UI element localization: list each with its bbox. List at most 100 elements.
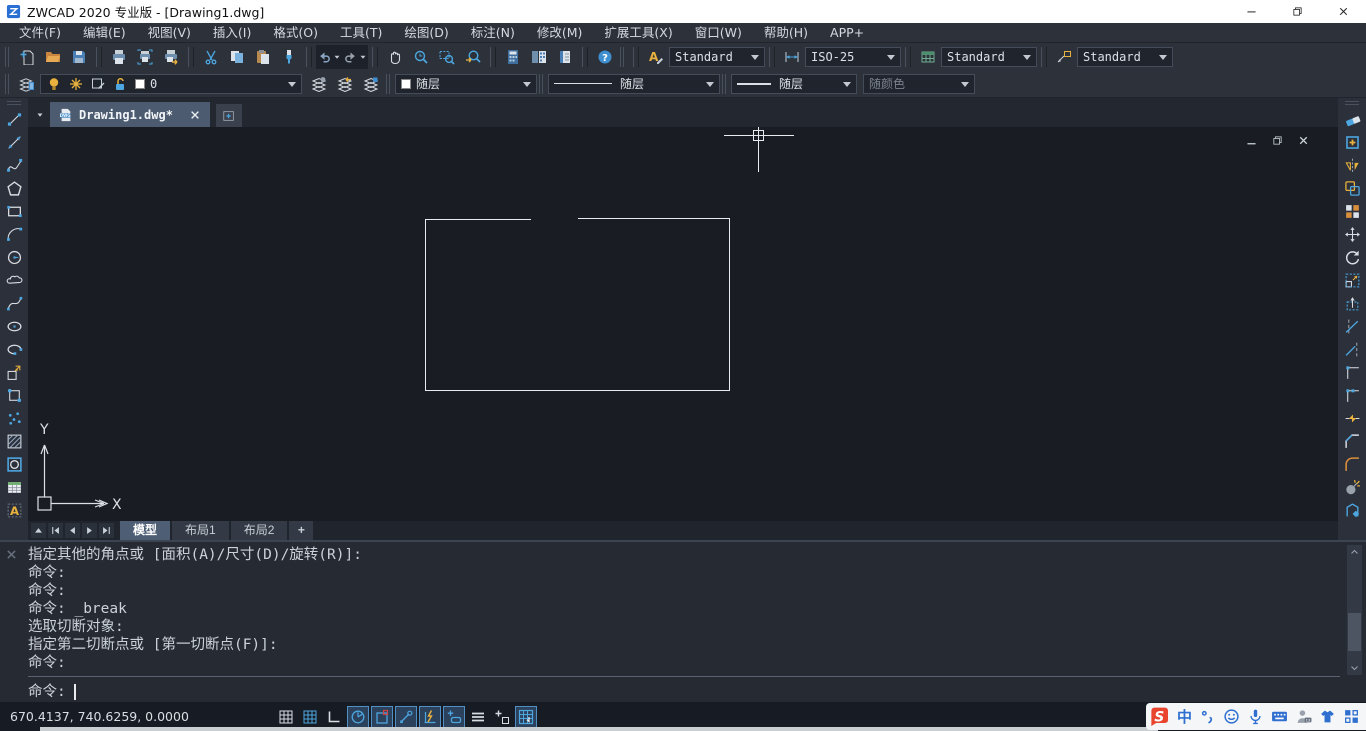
multiple-points-tool-button[interactable] (2, 407, 26, 430)
ime-language-button[interactable]: 中 (1177, 706, 1192, 727)
print-preview-button[interactable] (132, 45, 158, 69)
toolbar-grip[interactable] (722, 74, 726, 94)
polar-tracking-toggle-button[interactable] (347, 706, 369, 728)
circle-tool-button[interactable] (2, 246, 26, 269)
arc-tool-button[interactable] (2, 223, 26, 246)
toolbar-grip[interactable] (5, 47, 9, 67)
ime-account-button[interactable]: 13 (1295, 708, 1312, 725)
ellipse-arc-tool-button[interactable] (2, 338, 26, 361)
menu-item[interactable]: 修改(M) (526, 23, 594, 43)
insert-block-tool-button[interactable] (2, 361, 26, 384)
hatch-tool-button[interactable] (2, 430, 26, 453)
object-snap-toggle-button[interactable] (371, 706, 393, 728)
tab-list-button[interactable] (30, 102, 50, 127)
menu-item[interactable]: 插入(I) (202, 23, 262, 43)
print-button[interactable] (106, 45, 132, 69)
layer-states-button[interactable] (306, 72, 332, 96)
erase-tool-button[interactable] (1340, 108, 1364, 131)
snap-toggle-button[interactable] (299, 706, 321, 728)
polyline-tool-button[interactable] (2, 154, 26, 177)
tab-last-button[interactable] (99, 523, 114, 538)
chamfer-tool-button[interactable] (1340, 430, 1364, 453)
layer-combo[interactable]: 0 (40, 74, 302, 94)
break-at-point-tool-button[interactable] (1340, 361, 1364, 384)
tab-prev-button[interactable] (65, 523, 80, 538)
linetype-combo[interactable]: 随层 (548, 74, 720, 94)
dynamic-input-toggle-button[interactable] (419, 706, 441, 728)
tab-close-icon[interactable] (189, 109, 201, 121)
construction-line-tool-button[interactable] (2, 131, 26, 154)
command-window[interactable]: 指定其他的角点或 [面积(A)/尺寸(D)/旋转(R)]:命令:命令:命令: _… (0, 540, 1366, 702)
tray-add-toggle-button[interactable] (491, 706, 513, 728)
window-restore-button[interactable] (1274, 0, 1320, 23)
ime-toolbox-button[interactable] (1343, 708, 1360, 725)
format-painter-button[interactable] (276, 45, 302, 69)
scale-tool-button[interactable] (1340, 269, 1364, 292)
command-window-close-button[interactable] (4, 548, 18, 562)
explode-tool-button[interactable] (1340, 476, 1364, 499)
mirror-tool-button[interactable] (1340, 154, 1364, 177)
menu-item[interactable]: 工具(T) (329, 23, 393, 43)
trim-tool-button[interactable] (1340, 315, 1364, 338)
color-combo[interactable]: 随层 (395, 74, 537, 94)
ortho-toggle-button[interactable] (323, 706, 345, 728)
lineweight-combo[interactable]: 随层 (731, 74, 857, 94)
scroll-down-button[interactable] (1347, 661, 1362, 675)
toolbar-grip[interactable] (620, 47, 624, 67)
cut-button[interactable] (198, 45, 224, 69)
layout-tab-布局2[interactable]: 布局2 (231, 521, 288, 540)
window-close-button[interactable] (1320, 0, 1366, 23)
line-tool-button[interactable] (2, 108, 26, 131)
move-tool-button[interactable] (1340, 223, 1364, 246)
tab-first-button[interactable] (48, 523, 63, 538)
drawing-canvas[interactable]: Y X (28, 127, 1338, 521)
layout-tab-模型[interactable]: 模型 (120, 521, 170, 540)
document-close-button[interactable] (1294, 133, 1312, 148)
ime-keyboard-button[interactable] (1271, 708, 1288, 725)
redo-dropdown-caret[interactable] (359, 53, 367, 61)
object-snap-tracking-toggle-button[interactable] (395, 706, 417, 728)
ime-punctuation-button[interactable] (1199, 708, 1216, 725)
ime-microphone-button[interactable] (1247, 708, 1264, 725)
lineweight-display-toggle-button[interactable] (443, 706, 465, 728)
table-style-button[interactable] (915, 45, 941, 69)
toolbar-grip[interactable] (386, 74, 390, 94)
document-minimize-button[interactable] (1242, 133, 1260, 148)
save-button[interactable] (66, 45, 92, 69)
ellipse-tool-button[interactable] (2, 315, 26, 338)
new-document-button[interactable] (216, 104, 242, 127)
scroll-up-button[interactable] (31, 523, 46, 538)
spline-tool-button[interactable] (2, 292, 26, 315)
document-restore-button[interactable] (1268, 133, 1286, 148)
design-center-button[interactable] (526, 45, 552, 69)
toolbar-grip[interactable] (5, 74, 9, 94)
tool-palettes-button[interactable] (552, 45, 578, 69)
redo-button[interactable] (342, 45, 368, 69)
zoom-previous-button[interactable] (460, 45, 486, 69)
layer-isolate-button[interactable] (358, 72, 384, 96)
text-style-combo[interactable]: Standard (669, 47, 765, 67)
document-tab[interactable]: DWGDrawing1.dwg* (50, 102, 210, 127)
mleader-style-combo[interactable]: Standard (1077, 47, 1173, 67)
undo-button[interactable] (316, 45, 342, 69)
menu-item[interactable]: 编辑(E) (72, 23, 137, 43)
fillet-tool-button[interactable] (1340, 453, 1364, 476)
zoom-window-button[interactable] (434, 45, 460, 69)
dim-style-button[interactable] (779, 45, 805, 69)
toolbar-grip[interactable] (539, 74, 543, 94)
layout-tab-布局1[interactable]: 布局1 (172, 521, 229, 540)
tab-next-button[interactable] (82, 523, 97, 538)
zoom-realtime-button[interactable] (408, 45, 434, 69)
command-scrollbar[interactable] (1347, 545, 1362, 675)
revision-cloud-tool-button[interactable] (2, 269, 26, 292)
status-menu-toggle-button[interactable] (467, 706, 489, 728)
create-block-tool-button[interactable] (2, 384, 26, 407)
add-layout-button[interactable]: + (289, 521, 313, 540)
region-tool-button[interactable] (2, 453, 26, 476)
stretch-tool-button[interactable] (1340, 292, 1364, 315)
offset-tool-button[interactable] (1340, 177, 1364, 200)
mtext-tool-button[interactable]: A (2, 499, 26, 522)
toolbar-grip[interactable] (7, 101, 21, 105)
ime-skin-button[interactable] (1319, 708, 1336, 725)
workspace-switch-toggle-button[interactable] (515, 706, 537, 728)
